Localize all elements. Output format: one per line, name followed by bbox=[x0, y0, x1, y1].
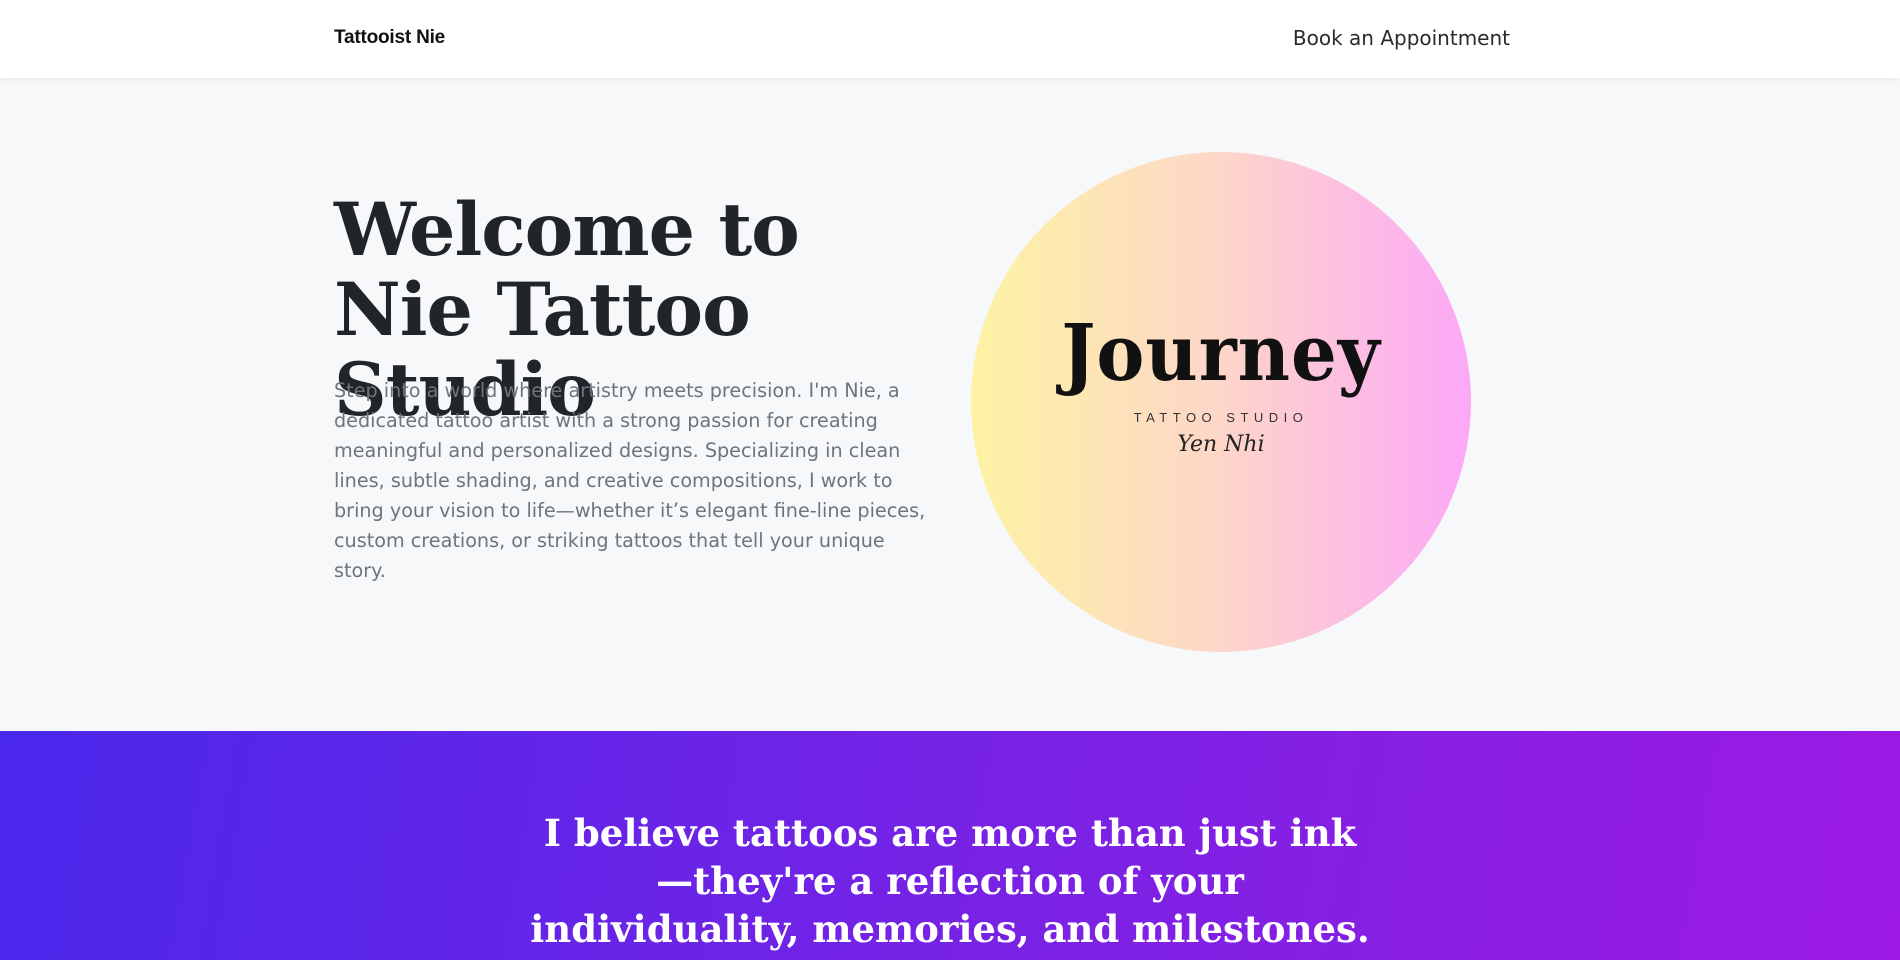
logo-wordmark: Journey bbox=[1061, 306, 1381, 399]
logo-subtitle: TATTOO STUDIO bbox=[1133, 410, 1309, 425]
brand-link[interactable]: Tattooist Nie bbox=[334, 27, 445, 49]
navbar: Tattooist Nie Book an Appointment bbox=[0, 0, 1900, 78]
logo-signature: Yen Nhi bbox=[1177, 432, 1265, 457]
book-appointment-link[interactable]: Book an Appointment bbox=[1293, 26, 1510, 50]
studio-logo: Journey TATTOO STUDIO Yen Nhi bbox=[971, 152, 1471, 652]
hero-description: Step into a world where artistry meets p… bbox=[334, 379, 926, 582]
quote-text: I believe tattoos are more than just ink… bbox=[530, 811, 1370, 960]
hero-section: Welcome to Nie Tattoo Studio Step into a… bbox=[0, 78, 1900, 731]
quote-section: I believe tattoos are more than just ink… bbox=[0, 731, 1900, 960]
